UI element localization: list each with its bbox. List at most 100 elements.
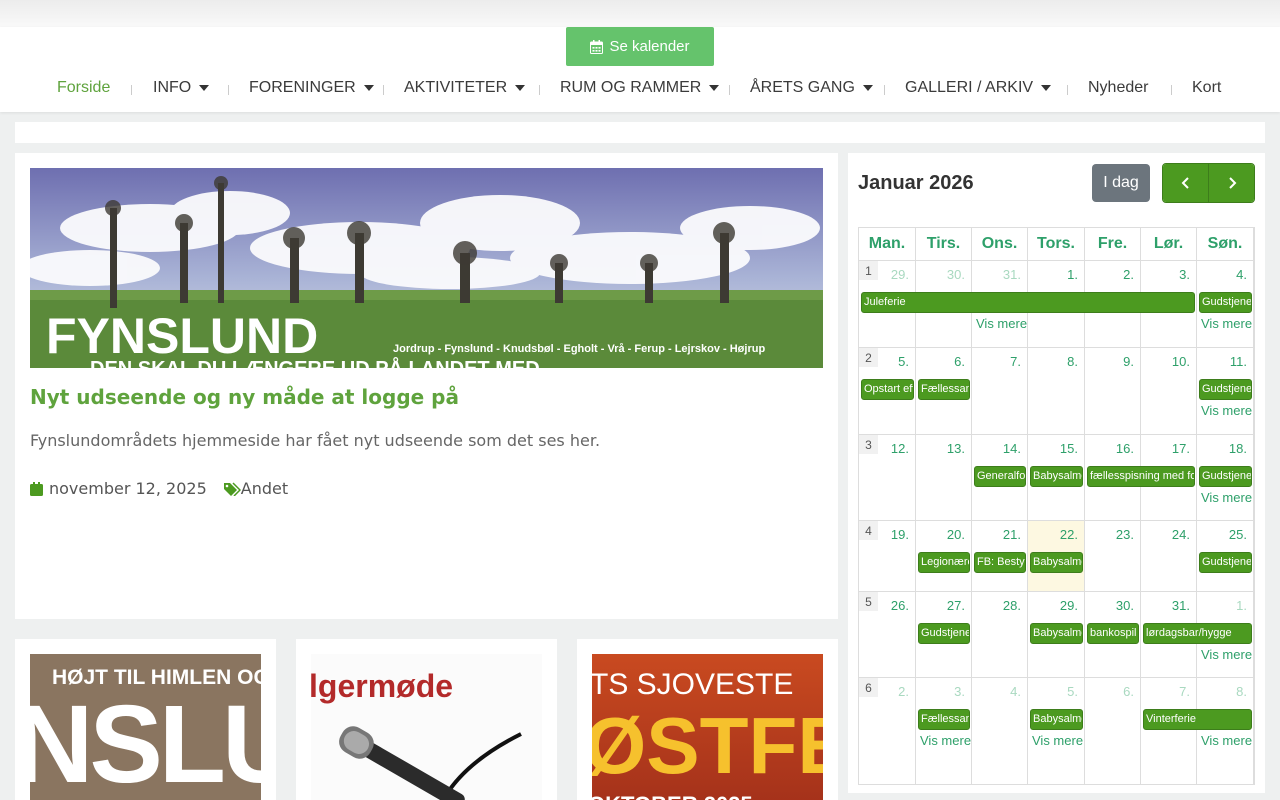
day-number[interactable]: 13.	[947, 441, 965, 456]
calendar-day-cell[interactable]: 3.	[916, 678, 972, 785]
calendar-event[interactable]: Gudstjeneste	[1199, 552, 1252, 573]
calendar-event[interactable]: Babysalmesang	[1030, 709, 1083, 730]
day-number[interactable]: 24.	[1172, 527, 1190, 542]
day-number[interactable]: 5.	[898, 354, 909, 369]
day-number[interactable]: 23.	[1116, 527, 1134, 542]
day-number[interactable]: 12.	[891, 441, 909, 456]
week-number[interactable]: 1	[859, 261, 878, 280]
day-number[interactable]: 29.	[1060, 598, 1078, 613]
day-number[interactable]: 8.	[1236, 684, 1247, 699]
post-category[interactable]: Andet	[241, 479, 288, 498]
calendar-event[interactable]: Fællessang	[918, 709, 970, 730]
day-number[interactable]: 22.	[1060, 527, 1078, 542]
nav-item-forside[interactable]: Forside	[57, 79, 110, 97]
calendar-day-cell[interactable]: 2. 6	[859, 678, 916, 785]
calendar-day-cell[interactable]: 4.	[972, 678, 1028, 785]
post-card-3-image[interactable]: TS SJOVESTE ØSTFES OKTOBER 2025	[592, 654, 823, 800]
week-number[interactable]: 2	[859, 348, 878, 367]
calendar-event[interactable]: Vinterferie	[1143, 709, 1252, 730]
calendar-day-cell[interactable]: 24.	[1141, 521, 1197, 592]
week-number[interactable]: 4	[859, 521, 878, 540]
week-number[interactable]: 3	[859, 435, 878, 454]
calendar-event[interactable]: Gudstjeneste	[918, 623, 970, 644]
day-number[interactable]: 6.	[1123, 684, 1134, 699]
week-number[interactable]: 6	[859, 678, 878, 697]
calendar-event[interactable]: Babysalmesang	[1030, 552, 1083, 573]
day-number[interactable]: 9.	[1123, 354, 1134, 369]
post-card-1-image[interactable]: HØJT TIL HIMLEN OG NSLU	[30, 654, 261, 800]
post-banner-image[interactable]: FYNSLUND Jordrup - Fynslund - Knudsbøl -…	[30, 168, 823, 368]
nav-item-info[interactable]: INFO	[153, 79, 210, 97]
day-number[interactable]: 31.	[1172, 598, 1190, 613]
day-number[interactable]: 16.	[1116, 441, 1134, 456]
calendar-event[interactable]: Juleferie	[861, 292, 1195, 313]
post-date[interactable]: november 12, 2025	[49, 479, 207, 498]
calendar-day-cell[interactable]: 26. 5	[859, 592, 916, 678]
show-more-link[interactable]: Vis mere	[1032, 733, 1083, 748]
nav-item-aktiviteter[interactable]: AKTIVITETER	[404, 79, 526, 97]
day-number[interactable]: 1.	[1067, 267, 1078, 282]
day-number[interactable]: 20.	[947, 527, 965, 542]
show-more-link[interactable]: Vis mere	[1201, 316, 1252, 331]
calendar-day-cell[interactable]: 12. 3	[859, 435, 916, 521]
calendar-day-cell[interactable]: 8.	[1197, 678, 1254, 785]
show-more-link[interactable]: Vis mere	[1201, 733, 1252, 748]
day-number[interactable]: 3.	[954, 684, 965, 699]
calendar-day-cell[interactable]: 13.	[916, 435, 972, 521]
nav-item-foreninger[interactable]: FORENINGER	[249, 79, 374, 97]
prev-month-button[interactable]	[1163, 164, 1208, 202]
day-number[interactable]: 4.	[1236, 267, 1247, 282]
day-number[interactable]: 17.	[1172, 441, 1190, 456]
calendar-day-cell[interactable]: 9.	[1085, 348, 1141, 435]
show-more-link[interactable]: Vis mere	[1201, 647, 1252, 662]
post-title[interactable]: Nyt udseende og ny måde at logge på	[30, 385, 459, 409]
calendar-day-cell[interactable]: 23.	[1085, 521, 1141, 592]
day-number[interactable]: 8.	[1067, 354, 1078, 369]
calendar-day-cell[interactable]: 10.	[1141, 348, 1197, 435]
day-number[interactable]: 31.	[1003, 267, 1021, 282]
day-number[interactable]: 29.	[891, 267, 909, 282]
day-number[interactable]: 21.	[1003, 527, 1021, 542]
calendar-day-cell[interactable]: 19. 4	[859, 521, 916, 592]
nav-item-nyheder[interactable]: Nyheder	[1088, 79, 1148, 97]
nav-item-kort[interactable]: Kort	[1192, 79, 1221, 97]
day-number[interactable]: 28.	[1003, 598, 1021, 613]
day-number[interactable]: 14.	[1003, 441, 1021, 456]
show-more-link[interactable]: Vis mere	[1201, 403, 1252, 418]
day-number[interactable]: 1.	[1236, 598, 1247, 613]
calendar-event[interactable]: Gudstjeneste	[1199, 292, 1252, 313]
calendar-day-cell[interactable]: 7.	[972, 348, 1028, 435]
day-number[interactable]: 27.	[947, 598, 965, 613]
day-number[interactable]: 4.	[1010, 684, 1021, 699]
day-number[interactable]: 11.	[1230, 354, 1247, 369]
day-number[interactable]: 30.	[1116, 598, 1134, 613]
calendar-event[interactable]: Babysalmesang	[1030, 466, 1083, 487]
day-number[interactable]: 15.	[1060, 441, 1078, 456]
post-card-2-image[interactable]: lgermøde	[311, 654, 542, 800]
see-calendar-button[interactable]: Se kalender	[566, 27, 714, 66]
nav-item-årets-gang[interactable]: ÅRETS GANG	[750, 79, 873, 97]
calendar-event[interactable]: Fællessang	[918, 379, 970, 400]
calendar-event[interactable]: Legionærer	[918, 552, 970, 573]
calendar-event[interactable]: Gudstjeneste	[1199, 379, 1252, 400]
nav-item-rum-og-rammer[interactable]: RUM OG RAMMER	[560, 79, 720, 97]
show-more-link[interactable]: Vis mere	[1201, 490, 1252, 505]
calendar-event[interactable]: Opstart efter jul	[861, 379, 914, 400]
show-more-link[interactable]: Vis mere	[976, 316, 1027, 331]
day-number[interactable]: 2.	[1123, 267, 1134, 282]
day-number[interactable]: 25.	[1229, 527, 1247, 542]
day-number[interactable]: 5.	[1067, 684, 1078, 699]
day-number[interactable]: 7.	[1010, 354, 1021, 369]
today-button[interactable]: I dag	[1092, 164, 1150, 202]
calendar-event[interactable]: Generalforsamling	[974, 466, 1026, 487]
calendar-day-cell[interactable]: 5.	[1028, 678, 1085, 785]
calendar-event[interactable]: lørdagsbar/hygge	[1143, 623, 1252, 644]
day-number[interactable]: 30.	[947, 267, 965, 282]
calendar-day-cell[interactable]: 8.	[1028, 348, 1085, 435]
day-number[interactable]: 2.	[898, 684, 909, 699]
week-number[interactable]: 5	[859, 592, 878, 611]
nav-item-galleri-arkiv[interactable]: GALLERI / ARKIV	[905, 79, 1052, 97]
calendar-day-cell[interactable]: 7.	[1141, 678, 1197, 785]
calendar-day-cell[interactable]: 28.	[972, 592, 1028, 678]
calendar-event[interactable]: Babysalmesang	[1030, 623, 1083, 644]
